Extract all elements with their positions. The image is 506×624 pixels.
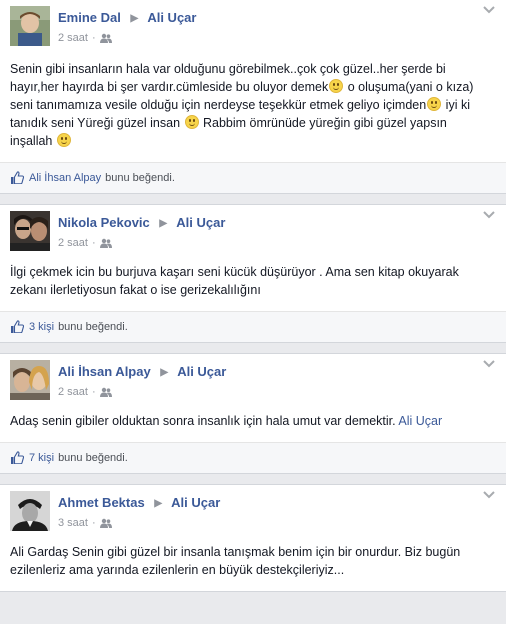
mention-link[interactable]: Ali Uçar: [398, 414, 442, 428]
likes-link[interactable]: Ali İhsan Alpay: [29, 172, 101, 184]
arrow-right-icon: ▶: [130, 13, 139, 24]
likes-suffix: bunu beğendi.: [58, 320, 128, 333]
post: Ali İhsan Alpay ▶ Ali Uçar 2 saat · Adaş…: [0, 353, 506, 474]
target-name[interactable]: Ali Uçar: [176, 215, 225, 230]
avatar[interactable]: [10, 6, 50, 46]
avatar[interactable]: [10, 360, 50, 400]
timestamp[interactable]: 2 saat: [58, 30, 88, 46]
likes-suffix: bunu beğendi.: [58, 451, 128, 464]
target-name[interactable]: Ali Uçar: [177, 364, 226, 379]
smiley-emoji-icon: [427, 97, 442, 111]
likes-bar: 3 kişi bunu beğendi.: [0, 311, 506, 342]
smiley-emoji-icon: [184, 115, 199, 129]
likes-bar: 7 kişi bunu beğendi.: [0, 442, 506, 473]
friends-icon[interactable]: [99, 238, 112, 248]
author-name[interactable]: Ali İhsan Alpay: [58, 364, 151, 379]
timestamp[interactable]: 2 saat: [58, 384, 88, 400]
post-header: Nikola Pekovic ▶ Ali Uçar 2 saat ·: [10, 207, 496, 253]
likes-link[interactable]: 3 kişi: [29, 321, 54, 333]
timestamp[interactable]: 3 saat: [58, 515, 88, 531]
target-name[interactable]: Ali Uçar: [147, 10, 196, 25]
post-header: Ahmet Bektas ▶ Ali Uçar 3 saat ·: [10, 487, 496, 533]
friends-icon[interactable]: [99, 33, 112, 43]
author-name[interactable]: Ahmet Bektas: [58, 495, 145, 510]
avatar[interactable]: [10, 491, 50, 531]
post-body: İlgi çekmek icin bu burjuva kaşarı seni …: [10, 253, 494, 311]
chevron-down-icon[interactable]: [482, 209, 496, 219]
arrow-right-icon: ▶: [154, 498, 163, 509]
like-thumb-icon[interactable]: [10, 320, 24, 333]
arrow-right-icon: ▶: [160, 367, 169, 378]
smiley-emoji-icon: [329, 79, 344, 93]
friends-icon[interactable]: [99, 518, 112, 528]
post-body: Adaş senin gibiler olduktan sonra insanl…: [10, 402, 494, 442]
post-text: Ali Gardaş Senin gibi güzel bir insanla …: [10, 545, 461, 577]
post: Ahmet Bektas ▶ Ali Uçar 3 saat · Ali Gar…: [0, 484, 506, 592]
smiley-emoji-icon: [56, 133, 71, 147]
likes-link[interactable]: 7 kişi: [29, 452, 54, 464]
post-header: Ali İhsan Alpay ▶ Ali Uçar 2 saat ·: [10, 356, 496, 402]
meta-dot: ·: [91, 32, 96, 44]
post: Nikola Pekovic ▶ Ali Uçar 2 saat · İlgi …: [0, 204, 506, 343]
like-thumb-icon[interactable]: [10, 171, 24, 184]
meta-dot: ·: [91, 237, 96, 249]
post-body: Senin gibi insanların hala var olduğunu …: [10, 48, 494, 162]
avatar[interactable]: [10, 211, 50, 251]
post: Emine Dal ▶ Ali Uçar 2 saat · Senin gibi…: [0, 0, 506, 194]
target-name[interactable]: Ali Uçar: [171, 495, 220, 510]
timestamp[interactable]: 2 saat: [58, 235, 88, 251]
likes-bar: Ali İhsan Alpay bunu beğendi.: [0, 162, 506, 193]
likes-suffix: bunu beğendi.: [105, 171, 175, 184]
arrow-right-icon: ▶: [159, 218, 168, 229]
post-header: Emine Dal ▶ Ali Uçar 2 saat ·: [10, 2, 496, 48]
chevron-down-icon[interactable]: [482, 4, 496, 14]
meta-dot: ·: [91, 517, 96, 529]
chevron-down-icon[interactable]: [482, 358, 496, 368]
news-feed: Emine Dal ▶ Ali Uçar 2 saat · Senin gibi…: [0, 0, 506, 592]
meta-dot: ·: [91, 386, 96, 398]
post-text: Adaş senin gibiler olduktan sonra insanl…: [10, 414, 399, 428]
author-name[interactable]: Emine Dal: [58, 10, 121, 25]
post-body: Ali Gardaş Senin gibi güzel bir insanla …: [10, 533, 494, 591]
like-thumb-icon[interactable]: [10, 451, 24, 464]
chevron-down-icon[interactable]: [482, 489, 496, 499]
author-name[interactable]: Nikola Pekovic: [58, 215, 150, 230]
friends-icon[interactable]: [99, 387, 112, 397]
post-text: İlgi çekmek icin bu burjuva kaşarı seni …: [10, 265, 459, 297]
